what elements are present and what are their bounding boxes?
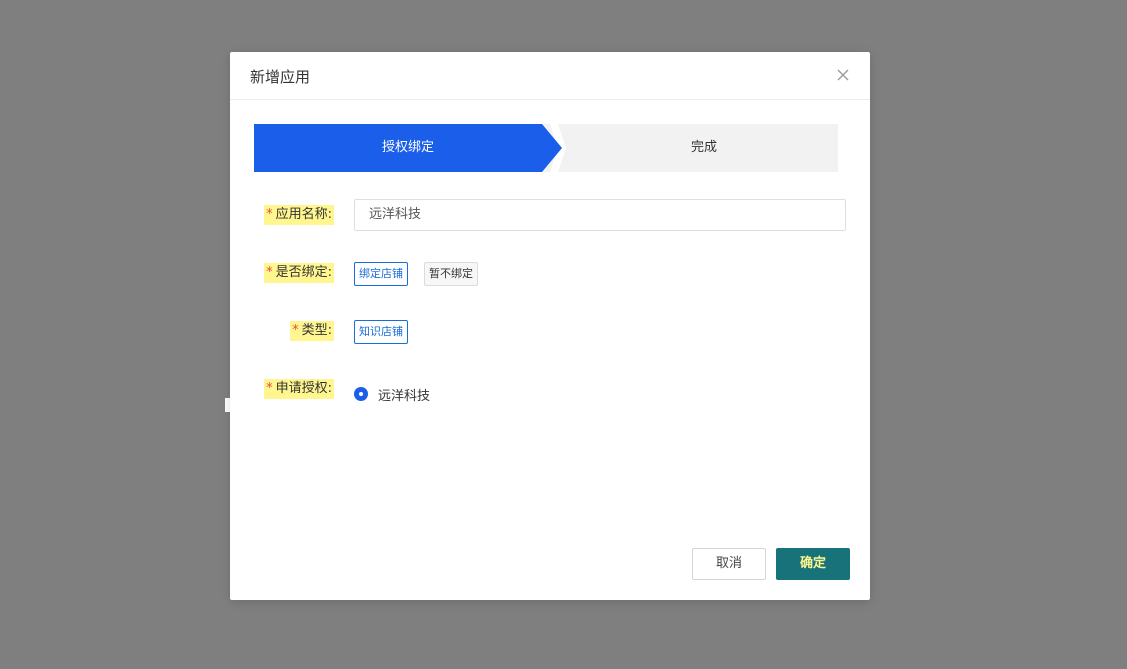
required-mark: * [266,265,273,280]
dialog-title: 新增应用 [250,68,311,86]
app-name-input[interactable]: 远洋科技 [354,199,846,231]
close-icon[interactable] [834,66,852,84]
authorize-label-text: 申请授权: [275,381,332,396]
bind-label-text: 是否绑定: [275,265,332,280]
step-complete: 完成 [690,140,717,155]
knowledge-store-option[interactable]: 知识店铺 [354,320,408,344]
authorize-radio-label: 远洋科技 [378,388,431,404]
type-label: * 类型: [290,321,334,341]
authorize-radio-option[interactable]: 远洋科技 [354,385,431,404]
app-name-label-text: 应用名称: [275,207,332,222]
authorize-label: * 申请授权: [264,379,334,399]
required-mark: * [266,207,273,222]
required-mark: * [266,381,273,396]
bind-label: * 是否绑定: [264,263,334,283]
dialog-header: 新增应用 [230,52,870,100]
cancel-button[interactable]: 取消 [692,548,766,580]
steps-bar: 授权绑定 完成 [254,124,838,172]
no-bind-option[interactable]: 暂不绑定 [424,262,478,286]
required-mark: * [292,323,299,338]
bind-store-option[interactable]: 绑定店铺 [354,262,408,286]
confirm-button[interactable]: 确定 [776,548,850,580]
step-authorize-bind: 授权绑定 [381,140,434,155]
app-name-label: * 应用名称: [264,205,334,225]
type-label-text: 类型: [301,323,332,338]
add-app-dialog: 新增应用 授权绑定 完成 * 应用名称: 远洋科技 * 是否绑定: 绑定店铺 暂不绑… [230,52,870,600]
radio-checked-icon[interactable] [354,387,368,401]
